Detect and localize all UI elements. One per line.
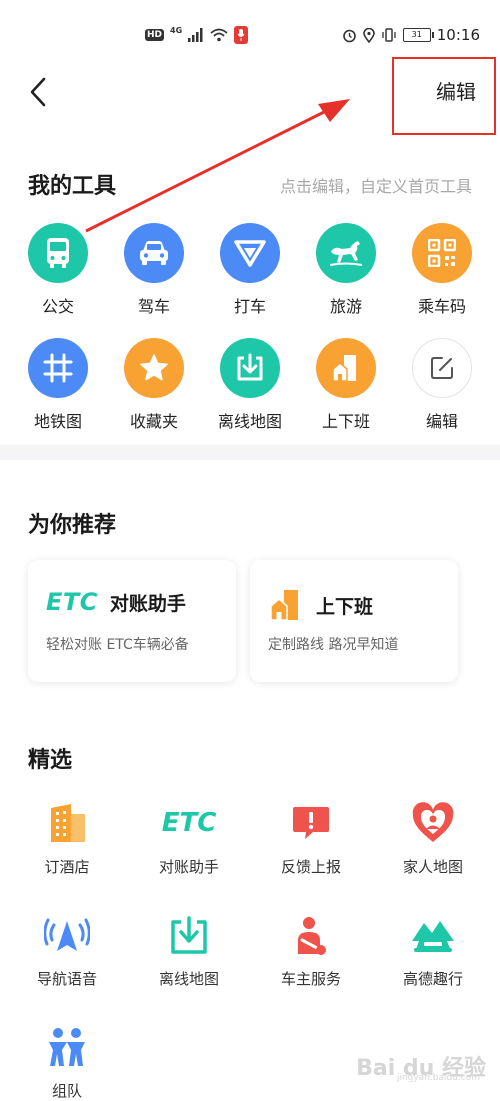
tool-label: 上下班 — [321, 412, 370, 431]
card-subtitle: 轻松对账 ETC车辆必备 — [46, 637, 189, 653]
navigation-voice-icon — [44, 912, 90, 958]
subway-map-icon — [28, 338, 88, 398]
taxi-icon — [220, 223, 280, 283]
feedback-icon — [288, 800, 334, 846]
featured-label: 反馈上报 — [280, 858, 341, 876]
edit-icon — [412, 338, 472, 398]
back-arrow-icon — [30, 77, 46, 107]
featured-label: 组队 — [51, 1082, 82, 1100]
card-title: 上下班 — [316, 595, 374, 618]
featured-label: 离线地图 — [158, 970, 219, 988]
status-left: HD 4G — [145, 25, 249, 44]
featured-offline-map[interactable]: 离线地图 — [134, 912, 244, 989]
fun-travel-icon — [410, 912, 456, 958]
horse-icon — [316, 223, 376, 283]
tool-ride-code[interactable]: 乘车码 — [394, 223, 490, 317]
status-right: 31 10:16 — [342, 26, 480, 44]
section-divider — [0, 445, 500, 460]
recommend-title: 为你推荐 — [28, 513, 117, 538]
tool-drive[interactable]: 驾车 — [106, 223, 202, 317]
qr-code-icon — [412, 223, 472, 283]
featured-label: 对账助手 — [158, 858, 219, 876]
vibrate-icon — [382, 28, 396, 42]
featured-label: 导航语音 — [36, 970, 97, 988]
offline-map-icon — [166, 912, 212, 958]
watermark-sub: jingyan.baidu.com — [396, 1073, 480, 1083]
featured-etc[interactable]: ETC 对账助手 — [134, 800, 244, 877]
featured-family-map[interactable]: 家人地图 — [378, 800, 488, 877]
card-subtitle: 定制路线 路况早知道 — [268, 637, 399, 653]
commute-icon — [270, 590, 298, 621]
annotation-highlight-box — [392, 57, 496, 135]
tool-bus[interactable]: 公交 — [10, 223, 106, 317]
bus-icon — [28, 223, 88, 283]
tool-edit[interactable]: 编辑 — [394, 338, 490, 432]
tool-commute[interactable]: 上下班 — [298, 338, 394, 432]
featured-hotel[interactable]: 订酒店 — [12, 800, 122, 877]
wifi-icon — [210, 28, 228, 42]
featured-label: 订酒店 — [44, 858, 90, 876]
tool-label: 收藏夹 — [129, 412, 178, 431]
featured-nav-voice[interactable]: 导航语音 — [12, 912, 122, 989]
microphone-icon — [234, 26, 249, 44]
alarm-icon — [342, 29, 356, 42]
tool-label: 打车 — [233, 297, 266, 316]
tool-label: 公交 — [41, 297, 74, 316]
card-etc-assistant[interactable]: ETC 对账助手 轻松对账 ETC车辆必备 — [28, 560, 236, 682]
card-title-row: 上下班 — [268, 588, 373, 622]
battery-icon: 31 — [402, 28, 434, 42]
featured-label: 车主服务 — [280, 970, 341, 988]
featured-team[interactable]: 组队 — [12, 1024, 122, 1101]
status-time: 10:16 — [436, 26, 480, 44]
location-icon — [362, 27, 375, 43]
my-tools-hint: 点击编辑，自定义首页工具 — [279, 177, 472, 196]
featured-feedback[interactable]: 反馈上报 — [256, 800, 366, 877]
tool-favorites[interactable]: 收藏夹 — [106, 338, 202, 432]
etc-logo: ETC — [161, 808, 217, 838]
tool-offline-map[interactable]: 离线地图 — [202, 338, 298, 432]
hd-badge: HD — [145, 29, 165, 41]
tool-travel[interactable]: 旅游 — [298, 223, 394, 317]
watermark: Bai du 经验 jingyan.baidu.com — [356, 1050, 486, 1083]
featured-title: 精选 — [28, 748, 73, 773]
my-tools-title: 我的工具 — [28, 174, 117, 199]
card-title-row: ETC 对账助手 — [46, 588, 186, 616]
etc-logo: ETC — [46, 588, 98, 616]
hotel-icon — [44, 800, 90, 846]
card-title: 对账助手 — [109, 592, 186, 615]
featured-fun-travel[interactable]: 高德趣行 — [378, 912, 488, 989]
tool-label: 编辑 — [425, 412, 458, 431]
etc-icon: ETC — [159, 800, 219, 846]
tool-subway-map[interactable]: 地铁图 — [10, 338, 106, 432]
commute-icon — [316, 338, 376, 398]
star-icon — [124, 338, 184, 398]
signal-icon — [188, 28, 203, 42]
tool-label: 地铁图 — [33, 412, 82, 431]
back-button[interactable] — [20, 72, 56, 112]
featured-car-owner[interactable]: 车主服务 — [256, 912, 366, 989]
family-map-icon — [410, 800, 456, 846]
tool-label: 驾车 — [137, 297, 170, 316]
network-type: 4G — [170, 25, 183, 35]
featured-label: 家人地图 — [402, 858, 463, 876]
tool-label: 乘车码 — [417, 297, 466, 316]
tool-label: 离线地图 — [217, 412, 282, 431]
car-owner-icon — [288, 912, 334, 958]
car-icon — [124, 223, 184, 283]
team-icon — [44, 1024, 90, 1070]
tool-label: 旅游 — [329, 297, 362, 316]
featured-label: 高德趣行 — [402, 970, 463, 988]
offline-download-icon — [220, 338, 280, 398]
card-commute[interactable]: 上下班 定制路线 路况早知道 — [250, 560, 458, 682]
tool-taxi[interactable]: 打车 — [202, 223, 298, 317]
